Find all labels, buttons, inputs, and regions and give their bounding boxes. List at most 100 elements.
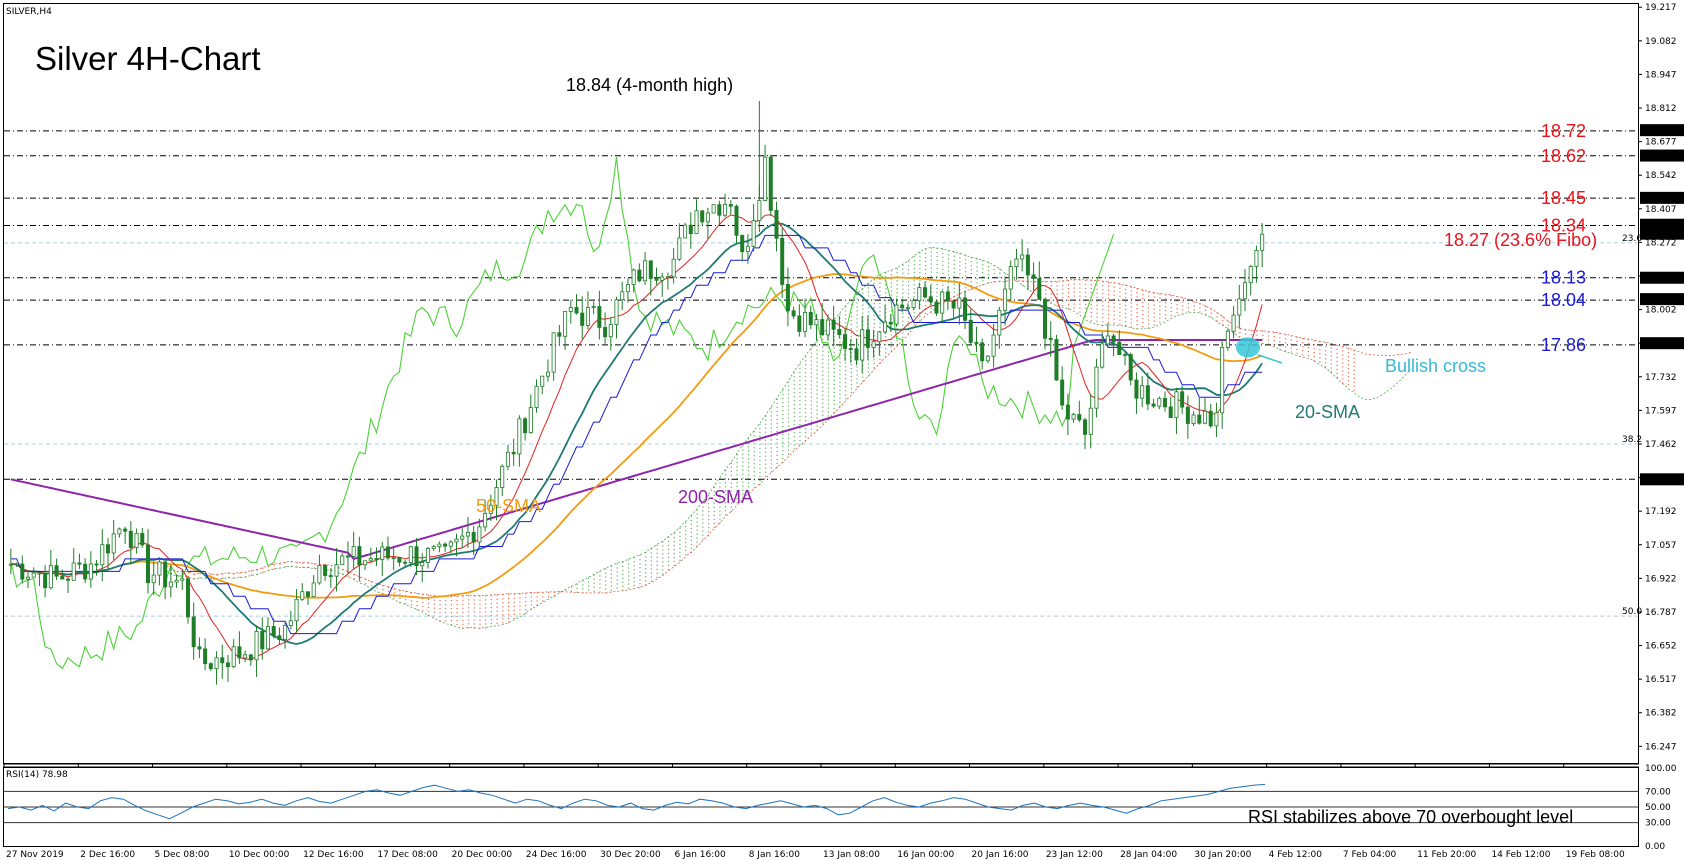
instrument-label: SILVER,H4 (6, 7, 52, 17)
cloud-dot (1279, 337, 1281, 339)
cloud-dot (873, 299, 875, 301)
cloud-dot (1165, 298, 1167, 300)
cloud-dot (953, 275, 955, 277)
cloud-dot (913, 292, 915, 294)
cloud-dot (725, 478, 727, 480)
cloud-dot (1336, 372, 1338, 375)
cloud-dot (959, 269, 961, 271)
y-tick-label: 18.542 (1645, 171, 1677, 181)
cloud-dot (947, 270, 950, 272)
cloud-dot (770, 427, 772, 429)
cloud-dot (822, 402, 824, 404)
cloud-dot (599, 571, 601, 573)
cloud-dot (982, 264, 984, 266)
cloud-dot (827, 379, 830, 381)
candle-body (1208, 410, 1213, 427)
y-tick-label: 19.217 (1645, 3, 1677, 13)
cloud-dot (816, 393, 818, 395)
cloud-dot (667, 552, 670, 554)
y-tick-label: 19.082 (1645, 37, 1677, 47)
cloud-dot (827, 367, 830, 369)
cloud-dot (1119, 319, 1121, 321)
cloud-dot (496, 602, 498, 604)
cloud-dot (685, 525, 687, 528)
cloud-dot (1284, 346, 1287, 348)
cloud-dot (1142, 297, 1144, 300)
cloud-dot (1313, 356, 1315, 358)
candle-body (214, 657, 219, 670)
cloud-dot (856, 370, 858, 372)
cloud-dot (833, 347, 835, 350)
cloud-dot (873, 307, 875, 309)
cloud-dot (1153, 320, 1155, 322)
candle-body (991, 334, 996, 357)
candle-body (208, 663, 213, 670)
cloud-dot (1119, 295, 1121, 297)
cloud-dot (1159, 297, 1161, 299)
cloud-dot (507, 617, 510, 619)
cloud-dot (913, 296, 915, 298)
cloud-dot (1153, 324, 1155, 326)
candle-body (723, 204, 728, 216)
cloud-dot (919, 260, 921, 262)
cloud-dot (805, 408, 807, 410)
cloud-dot (993, 268, 995, 271)
cloud-dot (919, 316, 921, 318)
cloud-dot (936, 271, 938, 274)
cloud-dot (1119, 287, 1121, 289)
cloud-dot (730, 466, 732, 468)
cloud-dot (879, 302, 881, 304)
candle-body (763, 156, 768, 201)
cloud-dot (605, 576, 607, 578)
candle-body (1254, 249, 1259, 267)
cloud-dot (365, 582, 367, 585)
cloud-dot (1336, 348, 1338, 351)
cloud-dot (810, 380, 812, 382)
candle-body (997, 309, 1002, 336)
cloud-dot (1125, 300, 1127, 303)
cloud-dot (850, 376, 852, 378)
cloud-dot (462, 607, 464, 609)
candle-body (877, 331, 882, 343)
cloud-dot (1119, 299, 1121, 301)
cloud-dot (199, 572, 201, 575)
cloud-dot (810, 424, 812, 426)
cloud-dot (776, 426, 778, 429)
cloud-dot (627, 559, 630, 561)
y-tick-label: 16.382 (1645, 709, 1677, 719)
cloud-dot (667, 548, 670, 550)
cloud-dot (496, 618, 498, 620)
candle-body (865, 329, 870, 348)
cloud-dot (1107, 317, 1110, 319)
cloud-dot (433, 607, 435, 609)
cloud-dot (873, 291, 875, 293)
cloud-dot (982, 268, 984, 270)
cloud-dot (439, 603, 441, 606)
cloud-dot (685, 529, 687, 532)
cloud-dot (793, 380, 795, 382)
y-tick-label: 17.057 (1645, 541, 1677, 551)
cloud-dot (1045, 293, 1047, 295)
candle-body (1220, 347, 1225, 414)
cloud-dot (730, 478, 732, 480)
candle-body (425, 548, 430, 563)
cloud-dot (965, 263, 967, 265)
cloud-dot (902, 296, 904, 298)
cloud-dot (1136, 312, 1138, 314)
x-tick-label: 28 Jan 04:00 (1120, 850, 1177, 860)
rsi-tick-label: 0.00 (1645, 842, 1665, 852)
candle-body (951, 300, 956, 309)
cloud-dot (810, 428, 812, 430)
rsi-label: RSI(14) 78.98 (6, 770, 68, 780)
cloud-dot (1090, 304, 1092, 306)
cloud-dot (1130, 318, 1132, 320)
candle-body (1008, 266, 1013, 290)
cloud-dot (799, 399, 801, 402)
cloud-dot (1319, 357, 1321, 359)
level-label: 18.04 (1541, 290, 1586, 310)
candle-body (1174, 391, 1179, 419)
cloud-dot (839, 401, 841, 403)
cloud-dot (587, 581, 590, 583)
cloud-dot (713, 514, 715, 517)
candle-body (603, 327, 608, 338)
